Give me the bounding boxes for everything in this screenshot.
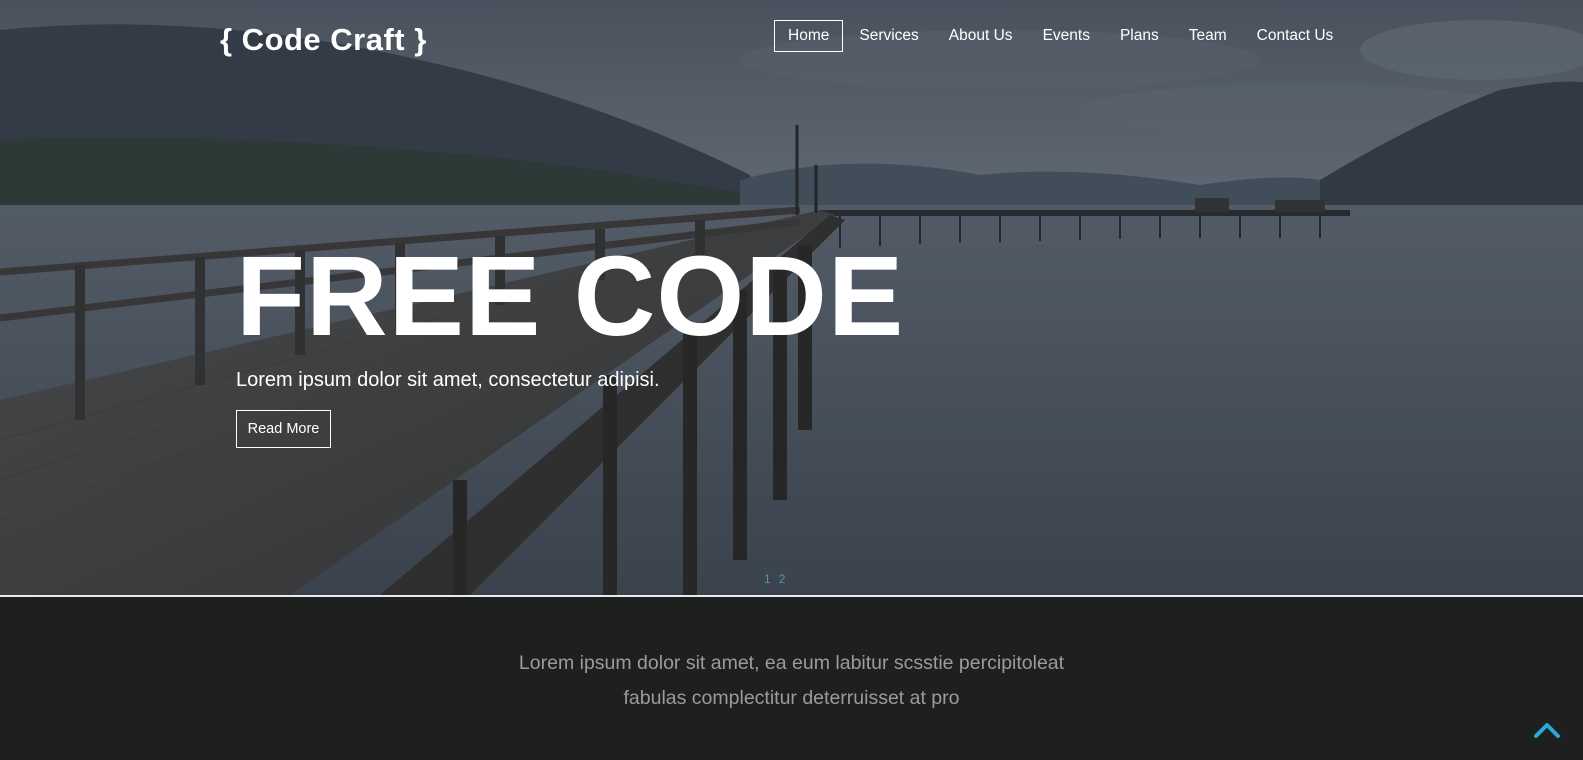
hero-title: FREE CODE <box>236 233 905 359</box>
slider-dot-1[interactable]: 1 <box>764 572 771 586</box>
scroll-to-top-button[interactable] <box>1532 718 1562 742</box>
nav-item-services[interactable]: Services <box>845 20 932 52</box>
slider-pagination: 1 2 <box>764 572 785 586</box>
intro-section: Lorem ipsum dolor sit amet, ea eum labit… <box>0 597 1583 760</box>
site-logo[interactable]: { Code Craft } <box>220 20 427 60</box>
landing-page: { Code Craft } Home Services About Us Ev… <box>0 0 1583 760</box>
chevron-up-icon <box>1534 723 1560 738</box>
nav-item-contact-us[interactable]: Contact Us <box>1243 20 1348 52</box>
hero-subtitle: Lorem ipsum dolor sit amet, consectetur … <box>236 369 660 391</box>
nav-item-about-us[interactable]: About Us <box>935 20 1027 52</box>
intro-text-line-2: fabulas complectitur deterruisset at pro <box>623 687 960 709</box>
nav-item-home[interactable]: Home <box>774 20 844 52</box>
read-more-button[interactable]: Read More <box>236 410 331 448</box>
nav-item-plans[interactable]: Plans <box>1106 20 1173 52</box>
main-nav: Home Services About Us Events Plans Team… <box>774 20 1349 52</box>
nav-item-team[interactable]: Team <box>1175 20 1241 52</box>
hero-section: { Code Craft } Home Services About Us Ev… <box>0 0 1583 595</box>
slider-dot-2[interactable]: 2 <box>779 572 786 586</box>
intro-text: Lorem ipsum dolor sit amet, ea eum labit… <box>0 646 1583 716</box>
nav-item-events[interactable]: Events <box>1029 20 1104 52</box>
intro-text-line-1: Lorem ipsum dolor sit amet, ea eum labit… <box>518 652 1065 674</box>
